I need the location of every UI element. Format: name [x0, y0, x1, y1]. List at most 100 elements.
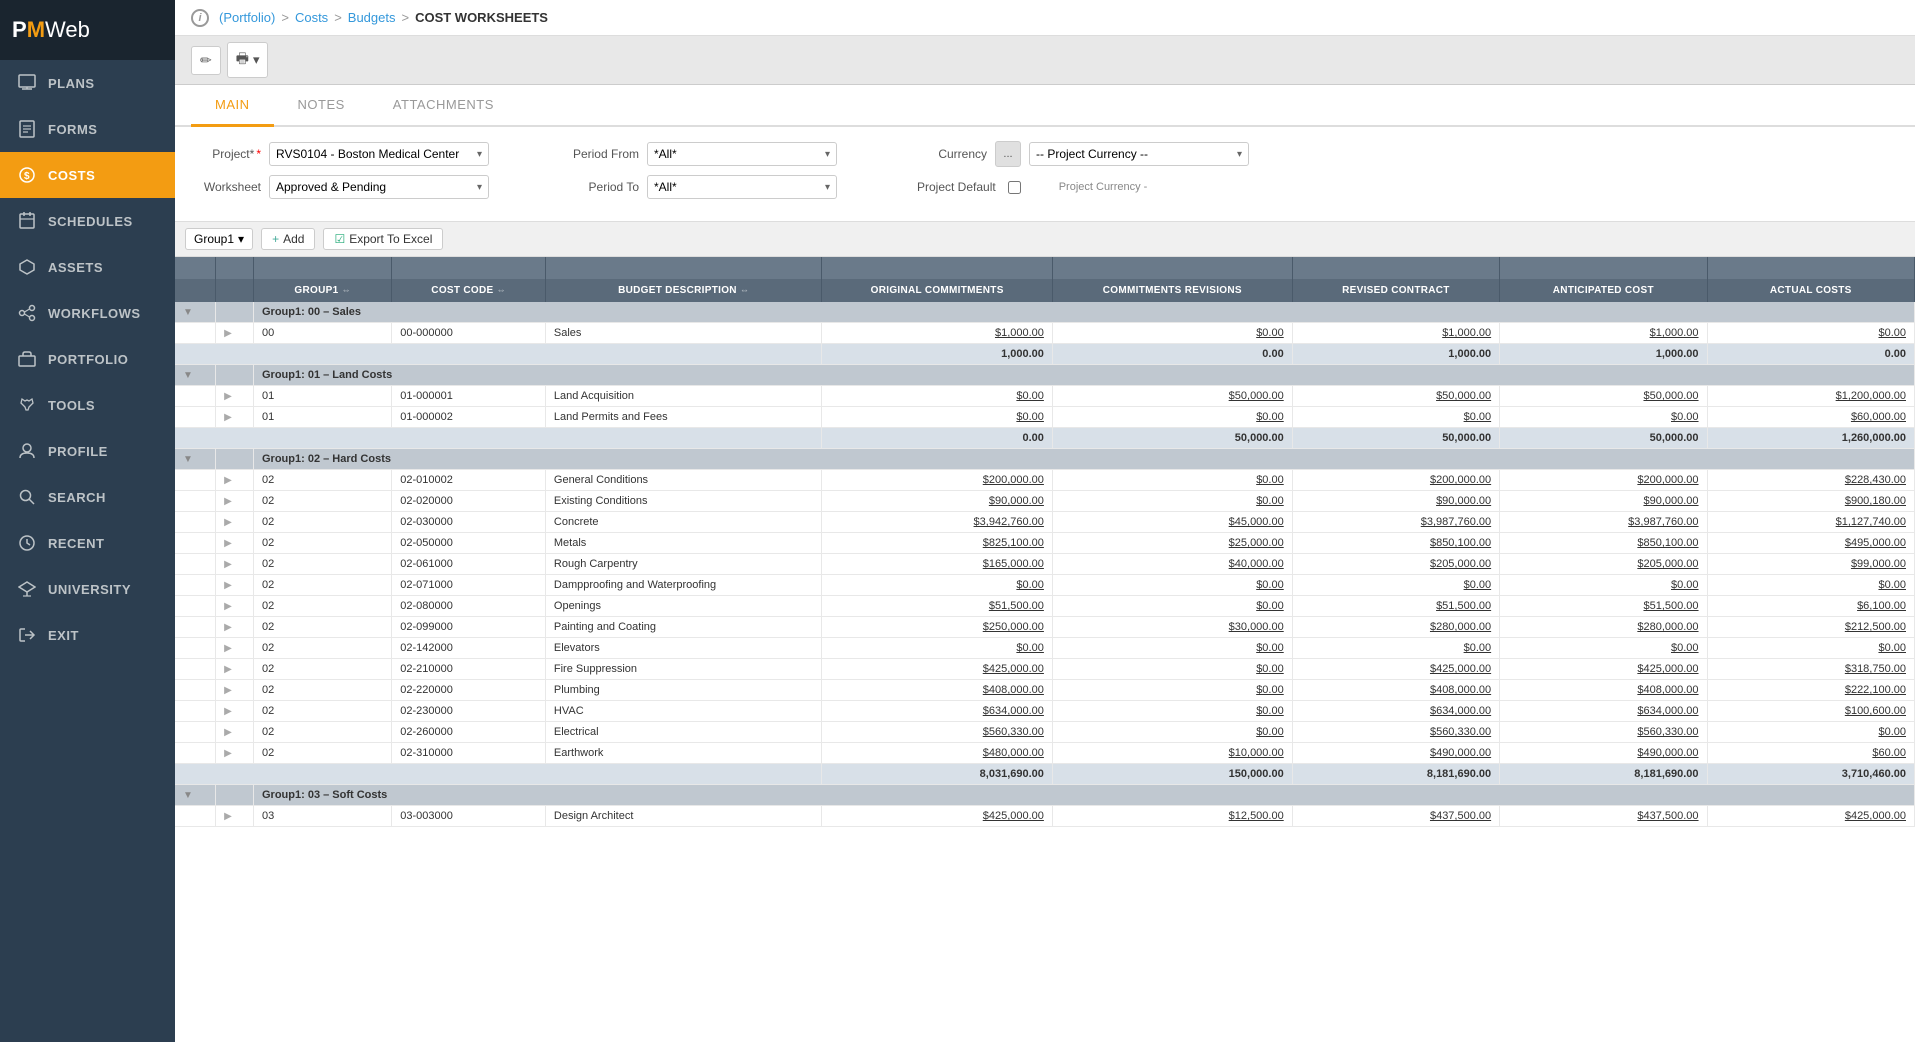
row-anticipated[interactable]: $425,000.00	[1500, 659, 1707, 680]
sidebar-item-profile[interactable]: PROFILE	[0, 428, 175, 474]
row-anticipated[interactable]: $50,000.00	[1500, 386, 1707, 407]
sidebar-item-university[interactable]: UNIVERSITY	[0, 566, 175, 612]
col-desc[interactable]: BUDGET DESCRIPTION ⇔	[545, 279, 822, 302]
breadcrumb-costs[interactable]: Costs	[295, 10, 328, 25]
row-revised[interactable]: $490,000.00	[1292, 743, 1499, 764]
row-revised[interactable]: $200,000.00	[1292, 470, 1499, 491]
row-rev[interactable]: $0.00	[1052, 596, 1292, 617]
row-orig[interactable]: $3,942,760.00	[822, 512, 1052, 533]
table-row[interactable]: ▶ 02 02-061000 Rough Carpentry $165,000.…	[175, 554, 1915, 575]
row-nav[interactable]: ▶	[216, 680, 254, 701]
table-row[interactable]: ▶ 02 02-099000 Painting and Coating $250…	[175, 617, 1915, 638]
row-anticipated[interactable]: $0.00	[1500, 638, 1707, 659]
row-nav[interactable]: ▶	[216, 386, 254, 407]
sidebar-item-tools[interactable]: TOOLS	[0, 382, 175, 428]
row-revised[interactable]: $634,000.00	[1292, 701, 1499, 722]
info-icon[interactable]: i	[191, 9, 209, 27]
table-row[interactable]: ▶ 02 02-142000 Elevators $0.00 $0.00 $0.…	[175, 638, 1915, 659]
row-rev[interactable]: $0.00	[1052, 680, 1292, 701]
row-actual[interactable]: $900,180.00	[1707, 491, 1914, 512]
row-orig[interactable]: $0.00	[822, 386, 1052, 407]
row-orig[interactable]: $425,000.00	[822, 659, 1052, 680]
table-row[interactable]: ▶ 02 02-210000 Fire Suppression $425,000…	[175, 659, 1915, 680]
row-orig[interactable]: $0.00	[822, 407, 1052, 428]
print-dropdown-arrow[interactable]: ▾	[253, 52, 260, 68]
currency-options-button[interactable]: ...	[995, 141, 1021, 167]
export-button[interactable]: ☑ Export To Excel	[323, 228, 443, 250]
project-default-checkbox[interactable]	[1008, 181, 1021, 194]
row-nav[interactable]: ▶	[216, 533, 254, 554]
row-rev[interactable]: $0.00	[1052, 638, 1292, 659]
row-orig[interactable]: $634,000.00	[822, 701, 1052, 722]
row-actual[interactable]: $0.00	[1707, 638, 1914, 659]
row-revised[interactable]: $408,000.00	[1292, 680, 1499, 701]
table-row[interactable]: ▶ 02 02-230000 HVAC $634,000.00 $0.00 $6…	[175, 701, 1915, 722]
period-to-select[interactable]: *All* ▾	[647, 175, 837, 199]
row-orig[interactable]: $425,000.00	[822, 806, 1052, 827]
row-anticipated[interactable]: $51,500.00	[1500, 596, 1707, 617]
row-orig[interactable]: $408,000.00	[822, 680, 1052, 701]
row-rev[interactable]: $0.00	[1052, 722, 1292, 743]
row-orig[interactable]: $0.00	[822, 638, 1052, 659]
row-nav[interactable]: ▶	[216, 722, 254, 743]
row-orig[interactable]: $200,000.00	[822, 470, 1052, 491]
table-row[interactable]: ▶ 01 01-000002 Land Permits and Fees $0.…	[175, 407, 1915, 428]
row-orig[interactable]: $165,000.00	[822, 554, 1052, 575]
row-nav[interactable]: ▶	[216, 659, 254, 680]
row-rev[interactable]: $0.00	[1052, 407, 1292, 428]
row-revised[interactable]: $425,000.00	[1292, 659, 1499, 680]
row-anticipated[interactable]: $0.00	[1500, 575, 1707, 596]
row-rev[interactable]: $0.00	[1052, 470, 1292, 491]
row-nav[interactable]: ▶	[216, 575, 254, 596]
sidebar-item-search[interactable]: SEARCH	[0, 474, 175, 520]
row-anticipated[interactable]: $408,000.00	[1500, 680, 1707, 701]
row-nav[interactable]: ▶	[216, 323, 254, 344]
row-nav[interactable]: ▶	[216, 638, 254, 659]
row-revised[interactable]: $560,330.00	[1292, 722, 1499, 743]
row-nav[interactable]: ▶	[216, 407, 254, 428]
tab-notes[interactable]: NOTES	[274, 85, 369, 127]
period-from-select[interactable]: *All* ▾	[647, 142, 837, 166]
row-actual[interactable]: $100,600.00	[1707, 701, 1914, 722]
row-nav[interactable]: ▶	[216, 596, 254, 617]
worksheet-select[interactable]: Approved & Pending ▾	[269, 175, 489, 199]
sidebar-item-schedules[interactable]: SCHEDULES	[0, 198, 175, 244]
group-collapse-arrow[interactable]: ▼	[175, 785, 216, 806]
col-rev[interactable]: COMMITMENTS REVISIONS	[1052, 279, 1292, 302]
row-rev[interactable]: $0.00	[1052, 575, 1292, 596]
col-costcode[interactable]: COST CODE ⇔	[392, 279, 546, 302]
row-nav[interactable]: ▶	[216, 491, 254, 512]
col-desc-resize[interactable]: ⇔	[740, 285, 749, 295]
sidebar-item-forms[interactable]: FORMS	[0, 106, 175, 152]
row-rev[interactable]: $0.00	[1052, 701, 1292, 722]
sidebar-item-plans[interactable]: PLANS	[0, 60, 175, 106]
row-revised[interactable]: $0.00	[1292, 638, 1499, 659]
row-actual[interactable]: $222,100.00	[1707, 680, 1914, 701]
row-orig[interactable]: $250,000.00	[822, 617, 1052, 638]
row-nav[interactable]: ▶	[216, 512, 254, 533]
row-orig[interactable]: $90,000.00	[822, 491, 1052, 512]
row-nav[interactable]: ▶	[216, 470, 254, 491]
row-revised[interactable]: $3,987,760.00	[1292, 512, 1499, 533]
sidebar-item-recent[interactable]: RECENT	[0, 520, 175, 566]
col-costcode-resize[interactable]: ⇔	[497, 285, 506, 295]
row-rev[interactable]: $25,000.00	[1052, 533, 1292, 554]
row-rev[interactable]: $12,500.00	[1052, 806, 1292, 827]
edit-button[interactable]: ✏	[191, 46, 221, 75]
row-anticipated[interactable]: $1,000.00	[1500, 323, 1707, 344]
row-revised[interactable]: $0.00	[1292, 575, 1499, 596]
currency-select[interactable]: -- Project Currency -- ▾	[1029, 142, 1249, 166]
sidebar-item-portfolio[interactable]: PORTFOLIO	[0, 336, 175, 382]
row-revised[interactable]: $90,000.00	[1292, 491, 1499, 512]
col-orig[interactable]: ORIGINAL COMMITMENTS	[822, 279, 1052, 302]
row-rev[interactable]: $0.00	[1052, 323, 1292, 344]
row-anticipated[interactable]: $560,330.00	[1500, 722, 1707, 743]
row-anticipated[interactable]: $437,500.00	[1500, 806, 1707, 827]
table-row[interactable]: ▶ 02 02-010002 General Conditions $200,0…	[175, 470, 1915, 491]
row-revised[interactable]: $1,000.00	[1292, 323, 1499, 344]
row-anticipated[interactable]: $634,000.00	[1500, 701, 1707, 722]
row-anticipated[interactable]: $850,100.00	[1500, 533, 1707, 554]
row-revised[interactable]: $850,100.00	[1292, 533, 1499, 554]
breadcrumb-budgets[interactable]: Budgets	[348, 10, 396, 25]
row-anticipated[interactable]: $490,000.00	[1500, 743, 1707, 764]
